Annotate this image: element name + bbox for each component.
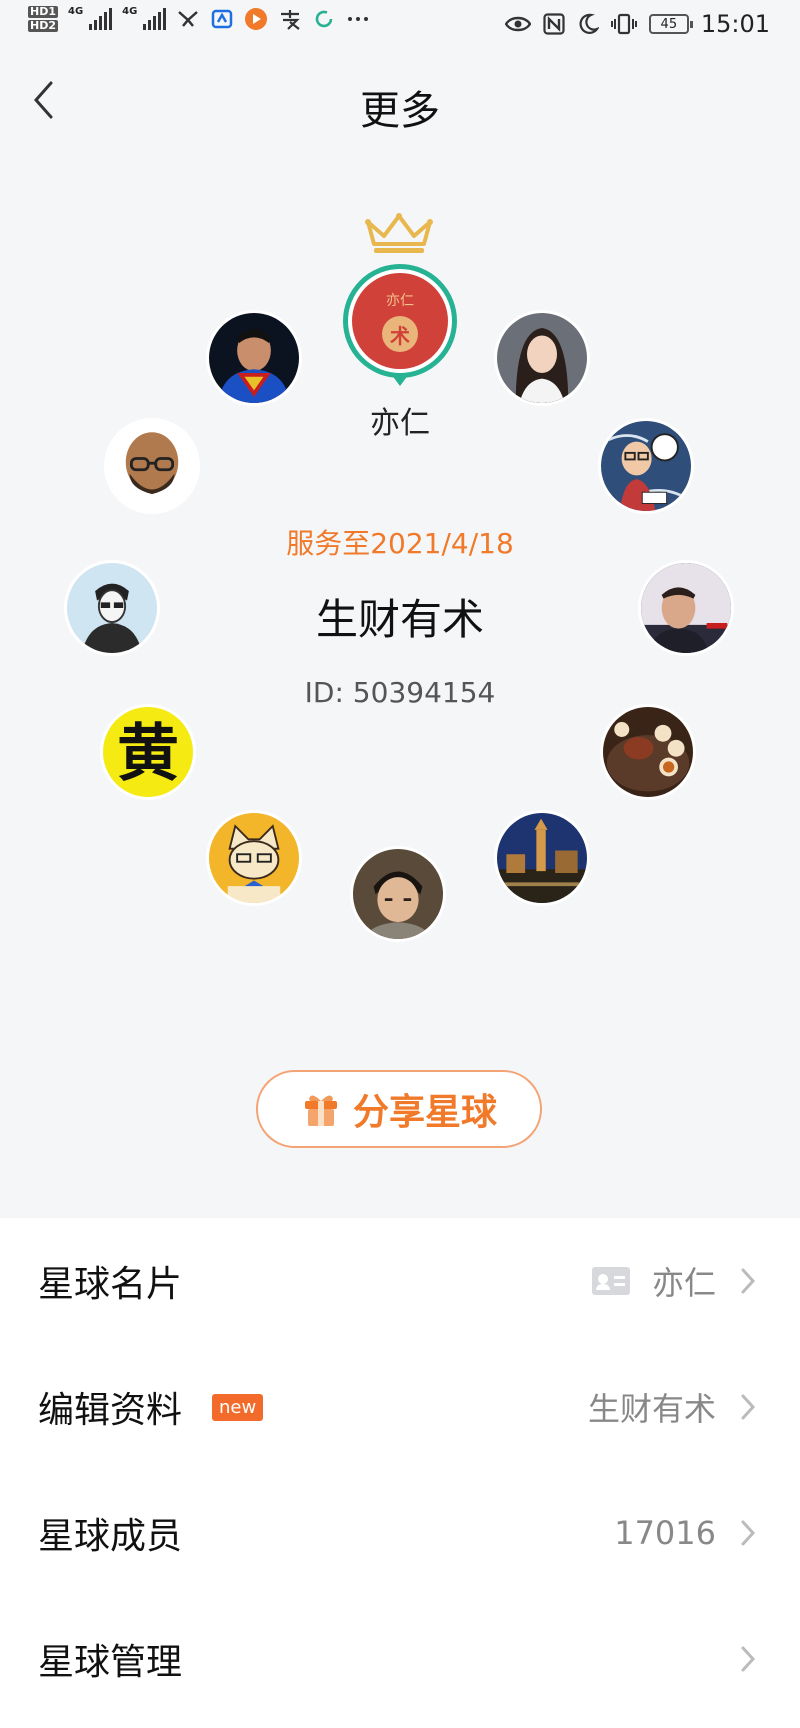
signal-icon-2 (143, 8, 167, 30)
edit-profile-label: 编辑资料 (38, 1390, 183, 1431)
planet-name: 生财有术 (315, 595, 484, 644)
clock: 15:01 (700, 10, 770, 38)
hd1-label: HD1 (28, 5, 58, 18)
vibrate-icon (610, 13, 637, 35)
planet-card-value: 亦仁 (651, 1264, 716, 1302)
member-avatar-huang[interactable]: 黄 (100, 704, 196, 800)
nfc-icon (543, 13, 565, 35)
signal-icon (89, 8, 113, 30)
moon-icon (579, 13, 599, 34)
member-avatar-bald-glasses[interactable] (104, 418, 200, 514)
app-notification-icon (210, 7, 234, 31)
member-avatar-cartoon-glasses[interactable] (598, 418, 694, 514)
chevron-right-icon (741, 1520, 756, 1546)
network-type-2: 4G (122, 6, 138, 17)
members-count: 17016 (614, 1514, 716, 1552)
member-avatar-woman[interactable] (494, 310, 590, 406)
chevron-right-icon (741, 1268, 756, 1294)
chevron-right-icon (741, 1394, 756, 1420)
huang-character: 黄 (117, 717, 179, 790)
battery-icon: 45 (648, 14, 693, 34)
planet-id: ID: 50394154 (304, 676, 496, 709)
page-title: 更多 (360, 88, 440, 134)
list-item-planet-card[interactable]: 星球名片 亦仁 (0, 1218, 800, 1344)
member-avatar-cartoon-cat[interactable] (206, 810, 302, 906)
list-item-edit-profile[interactable]: 编辑资料 new 生财有术 (0, 1344, 800, 1470)
owner-avatar-text: 亦仁 (386, 293, 414, 309)
new-badge: new (212, 1394, 264, 1421)
more-notifications-icon (346, 7, 370, 31)
gift-icon (304, 1095, 337, 1126)
id-card-icon (592, 1267, 630, 1295)
hd-indicator: HD1 HD2 (28, 6, 58, 32)
app-notification-icon (176, 7, 200, 31)
member-avatar-child[interactable] (350, 846, 446, 942)
owner-avatar[interactable]: 亦仁 术 (343, 264, 457, 378)
member-avatar-superman[interactable] (206, 310, 302, 406)
eye-icon (504, 16, 531, 32)
member-avatar-night-city[interactable] (494, 810, 590, 906)
chevron-right-icon (741, 1646, 756, 1672)
member-avatar-tea-set[interactable] (600, 704, 696, 800)
status-bar: HD1 HD2 4G 4G 45 15:01 (0, 0, 800, 52)
share-planet-label: 分享星球 (352, 1092, 497, 1133)
owner-avatar-seal: 术 (382, 316, 418, 352)
list-item-members[interactable]: 星球成员 17016 (0, 1470, 800, 1596)
sync-icon (312, 7, 336, 31)
alipay-icon (278, 7, 302, 31)
owner-pointer (391, 374, 409, 386)
edit-profile-value: 生财有术 (587, 1390, 716, 1428)
service-expiry: 服务至2021/4/18 (286, 527, 514, 560)
members-label: 星球成员 (38, 1516, 183, 1557)
battery-level: 45 (660, 16, 678, 32)
hd2-label: HD2 (28, 19, 58, 32)
network-type-1: 4G (68, 6, 84, 17)
manage-label: 星球管理 (38, 1642, 183, 1683)
app-notification-icon (244, 7, 268, 31)
crown-icon (365, 213, 433, 253)
share-planet-button[interactable]: 分享星球 (256, 1070, 542, 1148)
planet-card-label: 星球名片 (38, 1264, 183, 1305)
list-item-manage[interactable]: 星球管理 (0, 1596, 800, 1722)
settings-list: 星球名片 亦仁 编辑资料 new 生财有术 星球成员 17016 星球管理 (0, 1218, 800, 1728)
